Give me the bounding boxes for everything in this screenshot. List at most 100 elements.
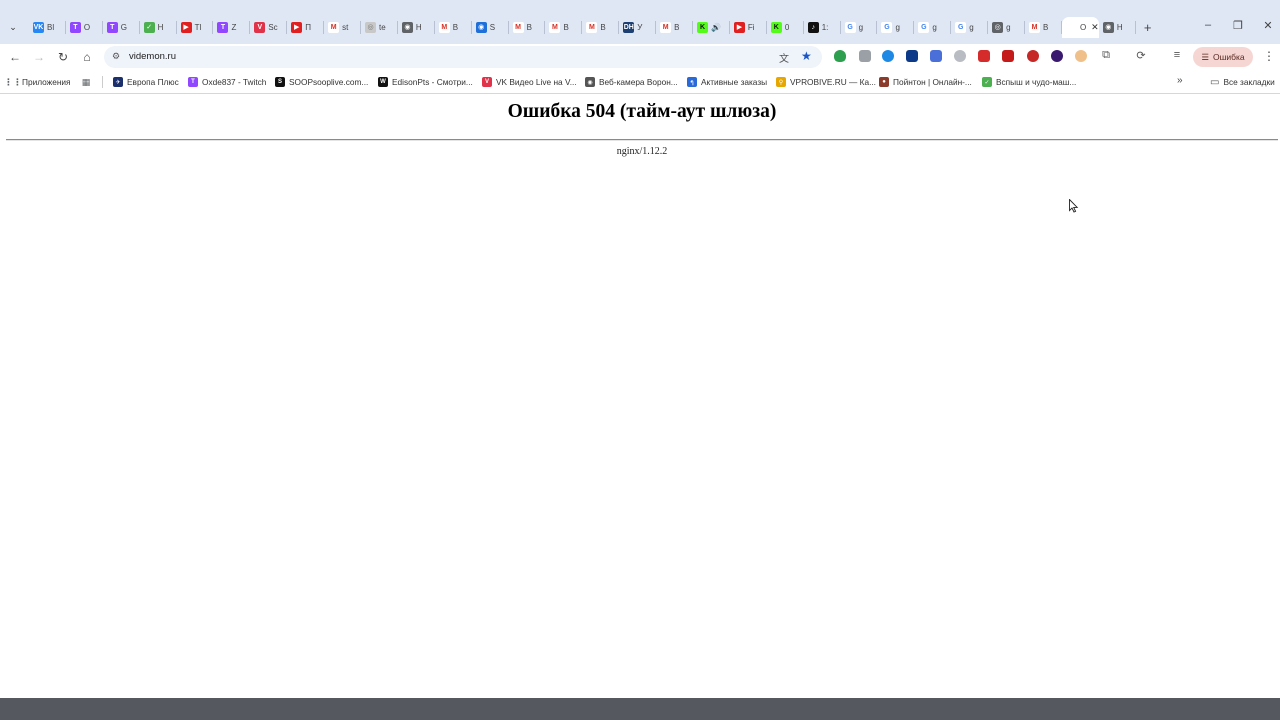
pdf-extension-icon[interactable] <box>1002 50 1014 62</box>
bookmark-item[interactable]: V VK Видео Live на V... <box>482 75 577 89</box>
bookmark-star-icon[interactable]: ★ <box>801 49 812 63</box>
profile-error-chip[interactable]: ☰ Ошибка <box>1193 47 1253 67</box>
shield-extension-icon[interactable] <box>834 50 846 62</box>
tab-title: Tl <box>194 23 202 32</box>
gmail-icon: M <box>660 22 672 33</box>
tab[interactable]: ▶ Fi <box>730 17 767 38</box>
address-bar[interactable]: ⚙ videmon.ru 文 ★ <box>104 46 822 68</box>
soop-icon: S <box>275 77 285 87</box>
minimize-button[interactable]: – <box>1201 19 1215 31</box>
tab[interactable]: MB <box>656 17 693 38</box>
tab[interactable]: Mst <box>324 17 361 38</box>
tab[interactable]: TZ <box>213 17 251 38</box>
extensions-puzzle-icon[interactable]: ⧉ <box>1099 49 1113 62</box>
google-icon: G <box>881 22 893 33</box>
tab[interactable]: ◉ H <box>398 17 435 38</box>
check-icon: ✓ <box>982 77 992 87</box>
tab[interactable]: ◉ S <box>472 17 509 38</box>
tab[interactable]: TO <box>66 17 103 38</box>
tab-search-button[interactable]: ⌄ <box>5 19 21 35</box>
tab[interactable]: Gg <box>877 17 915 38</box>
tab[interactable]: V Sc <box>250 17 288 38</box>
tab-active[interactable]: О ✕ <box>1061 17 1099 38</box>
w-icon: W <box>378 77 388 87</box>
sync-icon: ◉ <box>475 22 487 33</box>
tab[interactable]: K0 <box>767 17 804 38</box>
bookmark-item[interactable]: ✈ Европа Плюс <box>113 75 179 89</box>
bookmark-label: VK Видео Live на V... <box>496 77 577 87</box>
proxy-extension-icon[interactable] <box>954 50 966 62</box>
dh-icon: DH <box>623 22 635 33</box>
bookmark-item[interactable]: ⋮⋮ Приложения <box>4 75 71 89</box>
bookmark-item[interactable]: ๆ Активные заказы <box>687 75 767 89</box>
tab[interactable]: MB <box>1025 17 1062 38</box>
bookmark-item[interactable]: ◉ Веб-камера Ворон... <box>585 75 678 89</box>
back-button[interactable]: ← <box>7 49 23 65</box>
close-tab-icon[interactable]: ✕ <box>1091 22 1099 33</box>
bookmark-item[interactable]: ⚲ VPROBIVE.RU — Ка... <box>776 75 876 89</box>
tab-title: Fi <box>747 23 755 32</box>
tab[interactable]: ◉ H <box>1099 17 1136 38</box>
tab[interactable]: MB <box>435 17 472 38</box>
tab[interactable]: ▶ Tl <box>177 17 214 38</box>
tab-title: g <box>969 23 974 32</box>
youtube-icon: ▶ <box>733 22 745 33</box>
translate-extension-icon[interactable] <box>930 50 942 62</box>
adblock-extension-icon[interactable] <box>1027 50 1039 62</box>
profile-icon: ☰ <box>1201 51 1209 62</box>
tab-title: B <box>1043 23 1049 32</box>
new-tab-button[interactable]: + <box>1138 17 1158 38</box>
tab[interactable]: K 🔊 <box>693 17 730 38</box>
twitch-icon: T <box>106 22 118 33</box>
kick-icon: K <box>697 22 709 33</box>
tab[interactable]: Gg <box>951 17 989 38</box>
address-bar-url[interactable]: videmon.ru <box>129 51 176 62</box>
tab-title: H <box>415 23 422 32</box>
tab[interactable]: MB <box>582 17 620 38</box>
tab[interactable]: TG <box>103 17 140 38</box>
tab[interactable]: Gg <box>914 17 952 38</box>
tab-title: 1: <box>821 23 829 32</box>
tab[interactable]: ◎ te <box>361 17 398 38</box>
bookmark-item[interactable]: T Oxde837 - Twitch <box>188 75 266 89</box>
translate-icon[interactable]: 文 <box>779 50 789 65</box>
tab[interactable]: MB <box>509 17 546 38</box>
bookmark-item[interactable]: ▦ <box>81 75 95 89</box>
bookmark-item[interactable]: W EdisonPts - Смотри... <box>378 75 473 89</box>
video-extension-icon[interactable] <box>978 50 990 62</box>
gmail-icon: M <box>328 22 340 33</box>
skype-extension-icon[interactable] <box>882 50 894 62</box>
folder-icon: ▭ <box>1210 76 1220 88</box>
maximize-button[interactable]: ❐ <box>1231 19 1245 32</box>
tab-search-icon[interactable]: ⟳ <box>1134 49 1148 62</box>
all-bookmarks-folder[interactable]: ▭ Все закладки <box>1210 75 1275 89</box>
tab[interactable]: ✓ H <box>140 17 177 38</box>
tab[interactable]: MB <box>545 17 583 38</box>
tab[interactable]: ♪ 1: <box>804 17 841 38</box>
site-info-icon[interactable]: ⚙ <box>112 51 120 62</box>
tab[interactable]: VK Bl <box>29 17 66 38</box>
tab[interactable]: Gg <box>841 17 878 38</box>
bookmark-item[interactable]: ● Пойнтон | Онлайн-... <box>879 75 972 89</box>
reading-list-icon[interactable]: ≡ <box>1170 49 1184 61</box>
tab[interactable]: ◎ g <box>988 17 1025 38</box>
tab-title: H <box>1116 23 1123 32</box>
google-icon: G <box>918 22 930 33</box>
gmail-icon: M <box>549 22 561 33</box>
tab-title: Z <box>231 23 237 32</box>
camera-extension-icon[interactable] <box>906 50 918 62</box>
hand-extension-icon[interactable] <box>1075 50 1087 62</box>
tab[interactable]: DH У <box>619 17 657 38</box>
tab[interactable]: ▶ Π <box>287 17 325 38</box>
screen-extension-icon[interactable] <box>859 50 871 62</box>
bookmark-item[interactable]: ✓ Вспыш и чудо-маш... <box>982 75 1076 89</box>
browser-menu-icon[interactable]: ⋮ <box>1263 49 1275 63</box>
more-bookmarks-icon[interactable]: » <box>1177 75 1183 86</box>
forward-button[interactable]: → <box>31 49 47 65</box>
bookmark-item[interactable]: S SOOPsooplive.com... <box>275 75 368 89</box>
close-window-button[interactable]: ✕ <box>1261 19 1275 32</box>
gmail-icon: M <box>438 22 450 33</box>
reload-button[interactable]: ↻ <box>55 49 71 65</box>
dark-extension-icon[interactable] <box>1051 50 1063 62</box>
home-button[interactable]: ⌂ <box>79 49 95 65</box>
